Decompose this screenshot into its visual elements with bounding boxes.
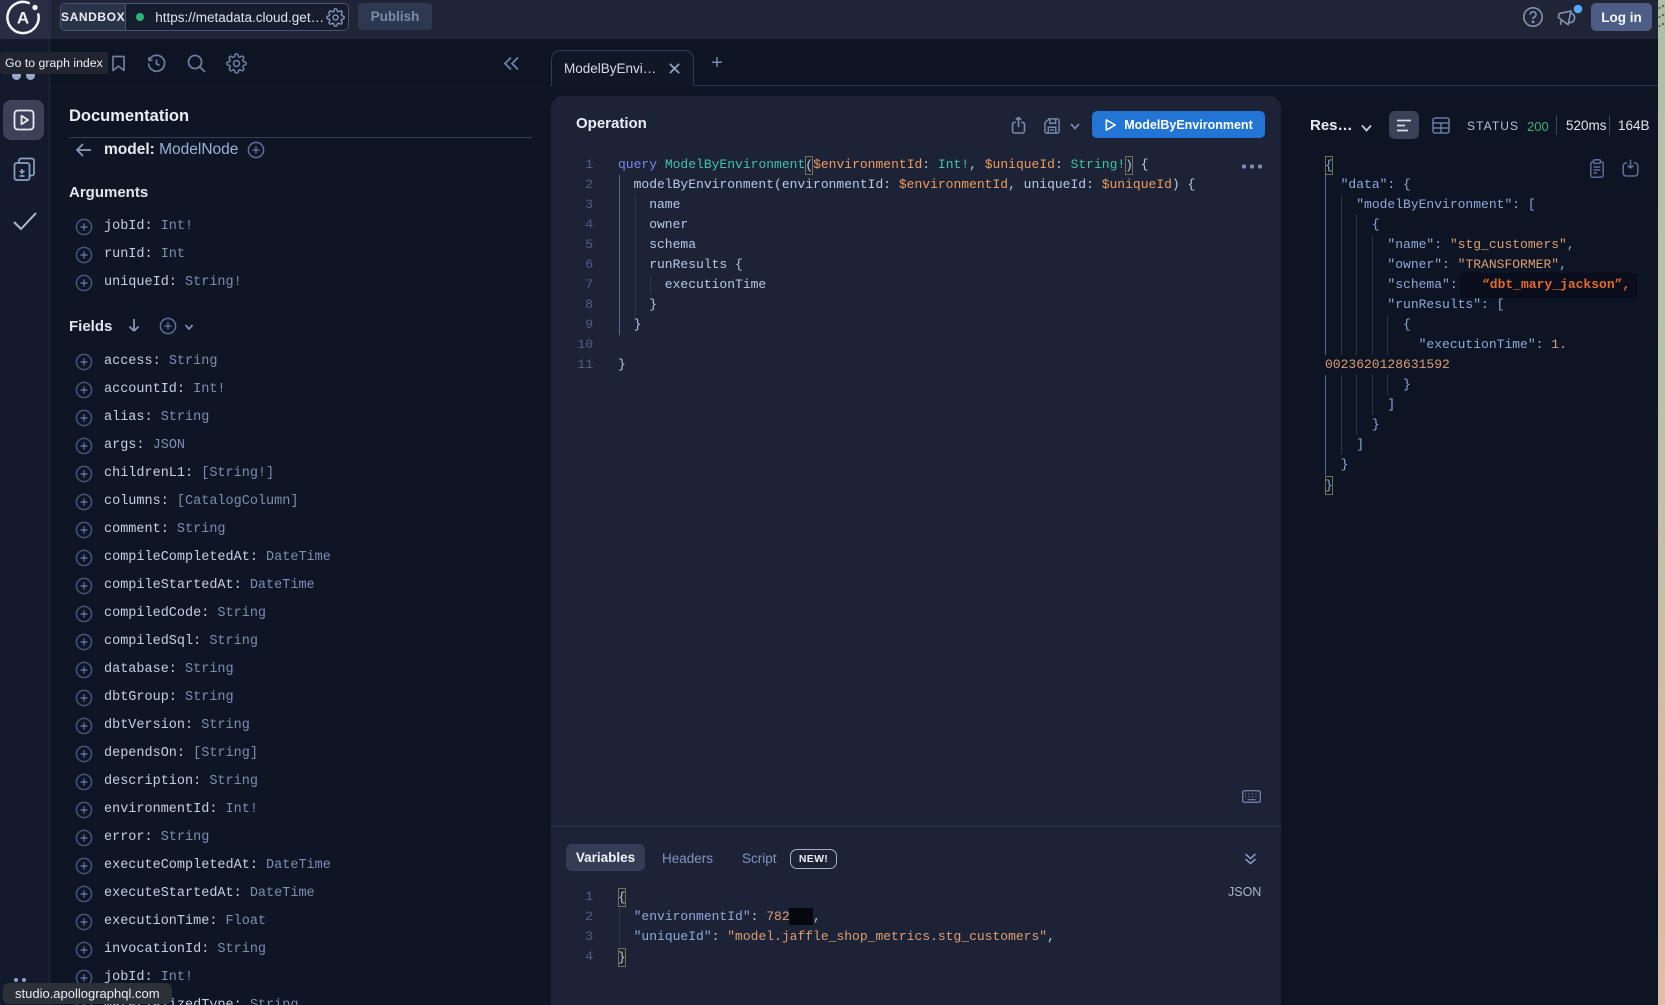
svg-text:A: A [17, 9, 29, 28]
